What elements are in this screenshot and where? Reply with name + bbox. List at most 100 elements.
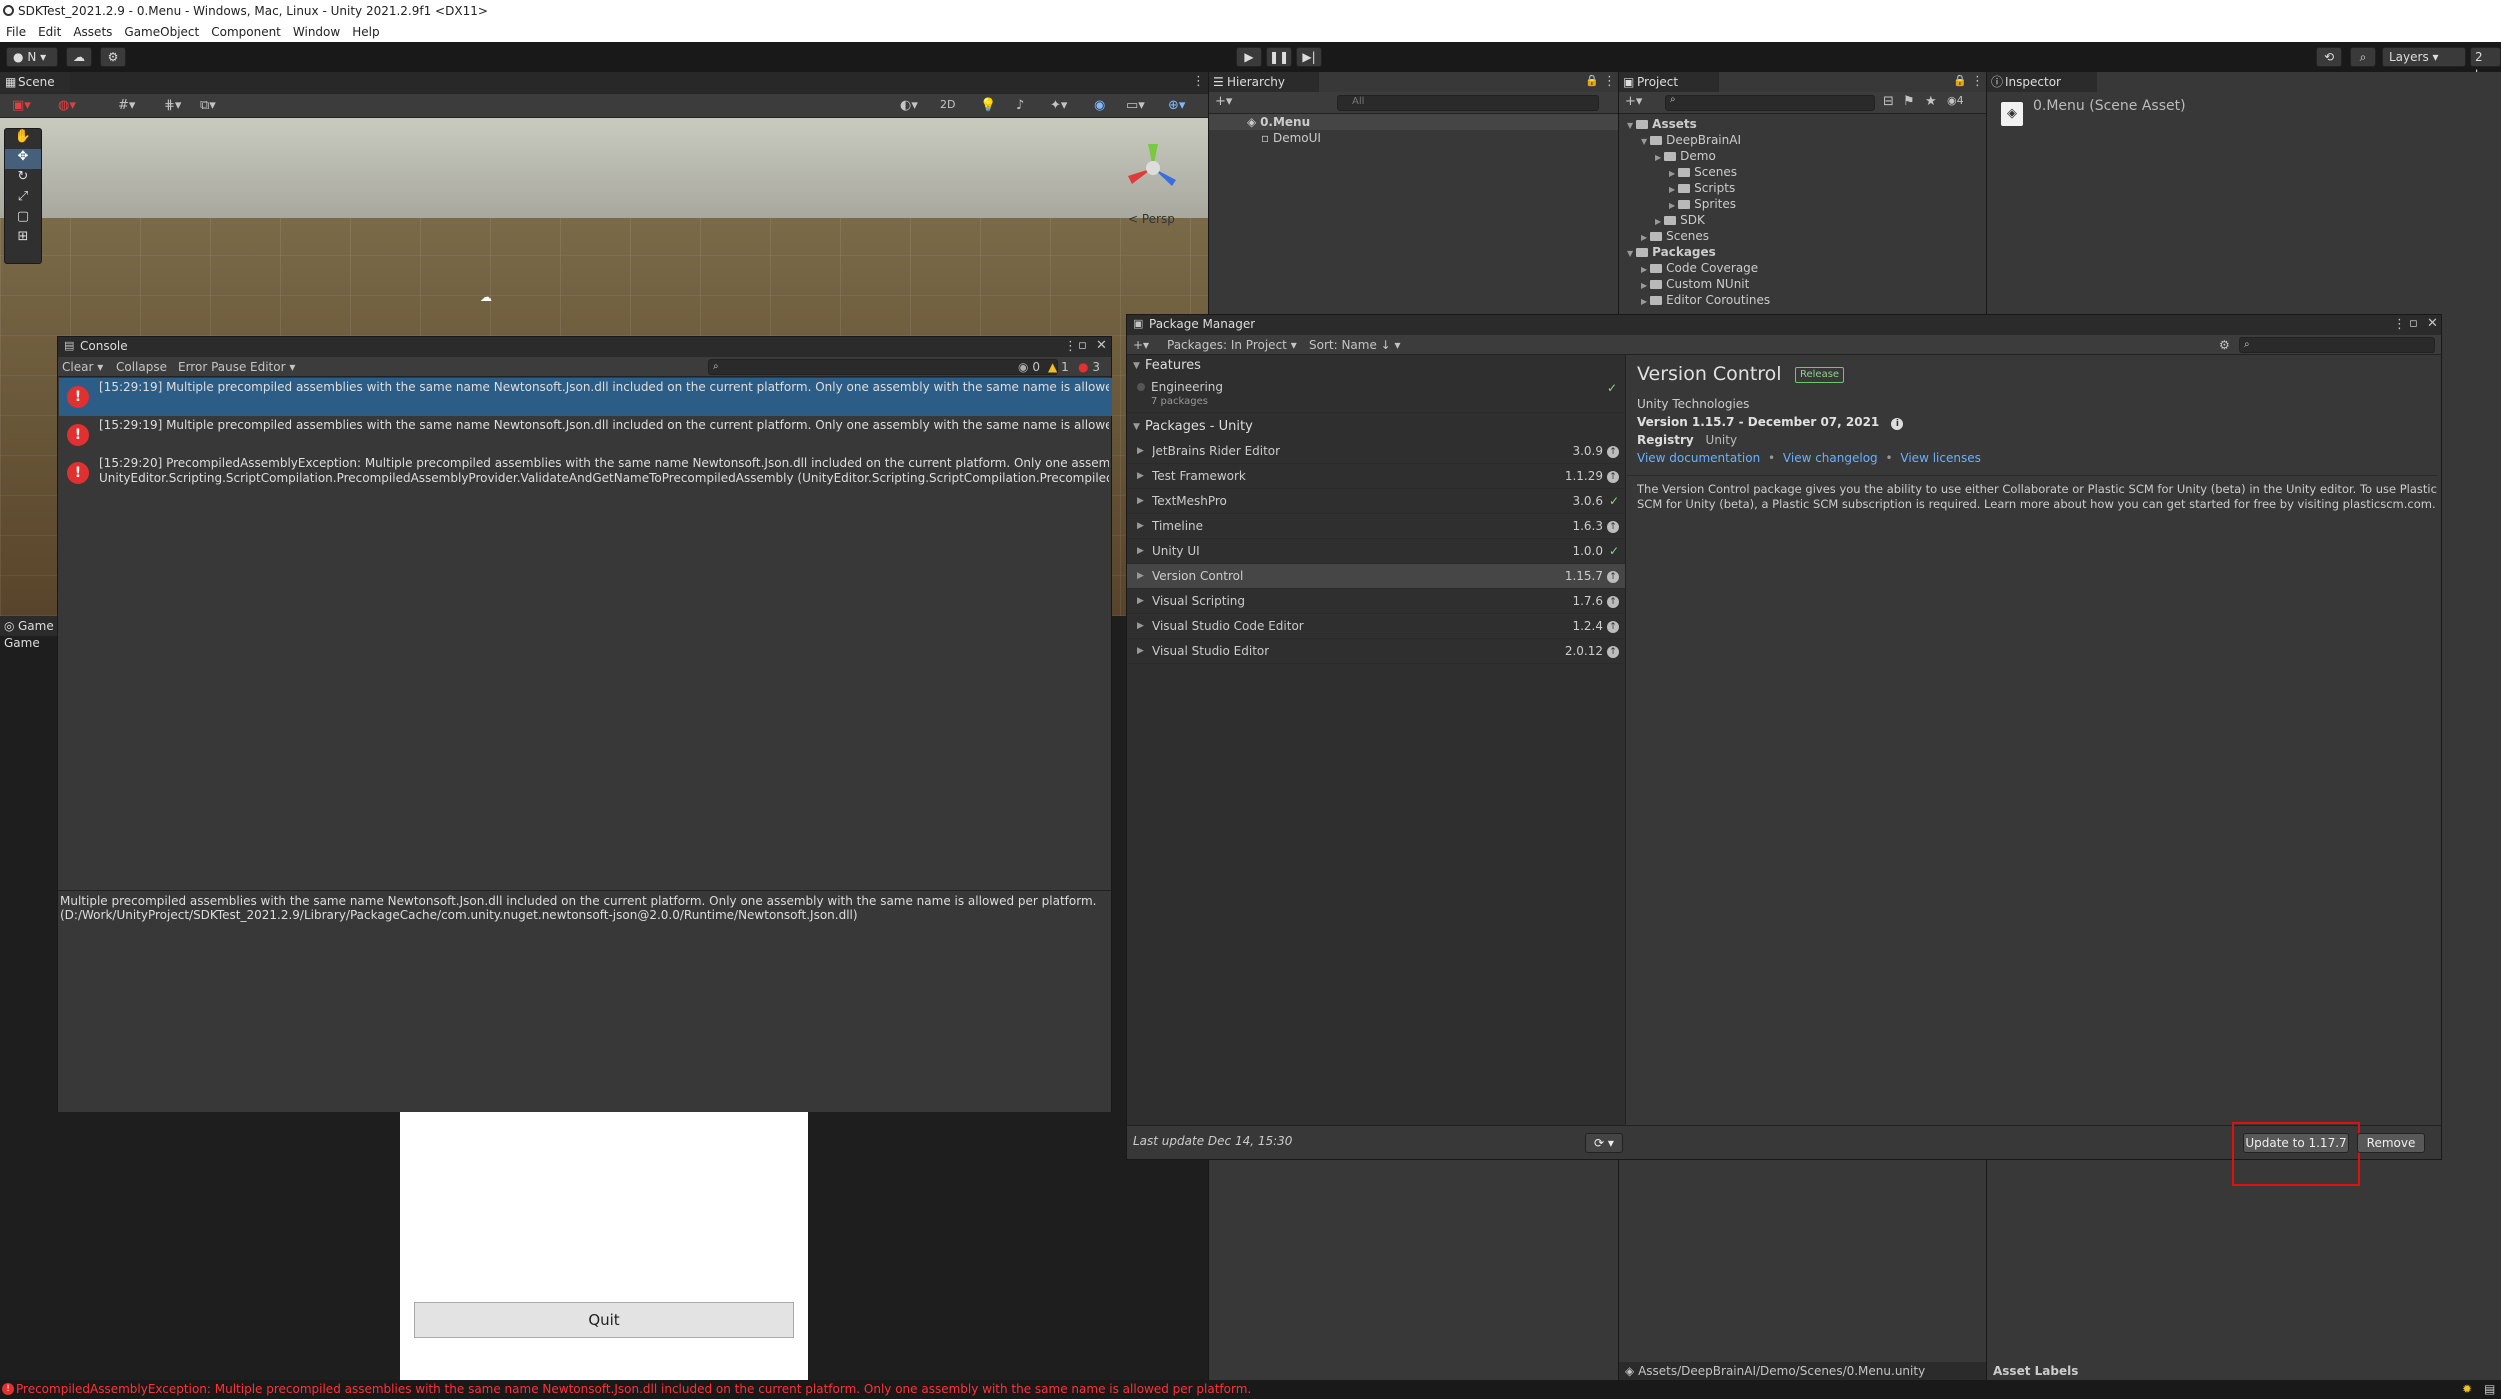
expand-arrow-icon[interactable]: ▶	[1137, 614, 1144, 639]
package-row[interactable]: ▶ Timeline 1.6.3 ↑	[1127, 514, 1625, 539]
create-asset-button[interactable]: +▾	[1625, 94, 1642, 109]
expand-arrow-icon[interactable]: ▶	[1137, 514, 1144, 539]
project-folder-item[interactable]: ▶ Editor Coroutines	[1641, 292, 1770, 310]
transform-tool-icon[interactable]: ⊞	[5, 229, 41, 249]
add-object-button[interactable]: +▾	[1215, 94, 1232, 109]
gizmos-icon[interactable]: ⊕▾	[1168, 98, 1185, 113]
pm-search-input[interactable]: ⌕	[2239, 337, 2435, 353]
lightbulb-icon[interactable]: ✹	[2462, 1380, 2472, 1399]
console-menu-icon[interactable]: ⋮	[1064, 339, 1077, 354]
package-row[interactable]: ▶ Visual Studio Code Editor 1.2.4 ↑	[1127, 614, 1625, 639]
game-display-label[interactable]: Game	[4, 636, 40, 650]
scope-dropdown[interactable]: Packages: In Project ▾	[1167, 335, 1297, 355]
menu-component[interactable]: Component	[205, 22, 287, 42]
pause-button[interactable]: ❚❚	[1266, 47, 1292, 67]
camera-icon[interactable]: ▭▾	[1126, 98, 1145, 113]
add-package-button[interactable]: +▾	[1133, 335, 1149, 355]
info-icon[interactable]: i	[1891, 418, 1904, 430]
pm-close-icon[interactable]: ✕	[2427, 316, 2438, 331]
console-search-input[interactable]: ⌕	[708, 359, 1058, 375]
game-canvas[interactable]	[400, 1112, 808, 1380]
clear-button[interactable]: Clear ▾	[62, 357, 103, 377]
move-tool-icon[interactable]: ✥	[5, 149, 41, 169]
tab-inspector[interactable]: ⓘ Inspector	[1987, 72, 2097, 92]
editor-dropdown[interactable]: Editor ▾	[250, 357, 295, 377]
persp-label[interactable]: < Persp	[1128, 212, 1175, 226]
view-documentation-link[interactable]: View documentation	[1637, 451, 1760, 465]
status-bar[interactable]: ! PrecompiledAssemblyException: Multiple…	[0, 1380, 2501, 1399]
filter-type-icon[interactable]: ⊟	[1883, 94, 1894, 109]
tab-project[interactable]: ▣ Project	[1619, 72, 1719, 92]
package-row[interactable]: ▶ Unity UI 1.0.0 ✓	[1127, 539, 1625, 564]
asset-labels-header[interactable]: Asset Labels	[1993, 1362, 2078, 1380]
tab-hierarchy[interactable]: ☰ Hierarchy	[1209, 72, 1319, 92]
scene-sky[interactable]	[0, 118, 1208, 218]
expand-arrow-icon[interactable]: ▶	[1137, 589, 1144, 614]
pm-maximize-icon[interactable]: ▫	[2409, 316, 2418, 331]
package-row[interactable]: ▶ Visual Scripting 1.7.6 ↑	[1127, 589, 1625, 614]
step-button[interactable]: ▶|	[1296, 47, 1322, 67]
refresh-button[interactable]: ⟳ ▾	[1585, 1133, 1623, 1153]
console-tab-title[interactable]: Console	[80, 339, 128, 353]
play-button[interactable]: ▶	[1236, 47, 1262, 67]
hierarchy-menu-icon[interactable]: ⋮	[1603, 74, 1616, 89]
layout-dropdown[interactable]: 2 by	[2470, 47, 2501, 82]
menu-edit[interactable]: Edit	[32, 22, 67, 42]
scene-gizmo[interactable]	[1118, 136, 1188, 200]
console-log-row[interactable]: ! [15:29:20] PrecompiledAssemblyException…	[59, 454, 1112, 492]
layers-dropdown[interactable]: Layers ▾	[2382, 47, 2466, 67]
feature-engineering[interactable]: Engineering 7 packages ✓	[1127, 377, 1625, 413]
package-row[interactable]: ▶ TextMeshPro 3.0.6 ✓	[1127, 489, 1625, 514]
effects-icon[interactable]: ✦▾	[1050, 98, 1067, 113]
grid-button[interactable]: ⋕▾	[164, 98, 181, 113]
features-header[interactable]: ▼ Features	[1127, 355, 1625, 377]
collab-button[interactable]: ⚙	[100, 47, 126, 67]
close-icon[interactable]: ✕	[1096, 338, 1107, 353]
error-pause-button[interactable]: Error Pause	[178, 357, 246, 377]
expand-arrow-icon[interactable]: ▶	[1137, 564, 1144, 589]
package-manager-title[interactable]: Package Manager	[1149, 317, 1255, 331]
collapse-button[interactable]: Collapse	[116, 357, 167, 377]
grid-snap-button[interactable]: #▾	[118, 98, 135, 113]
hierarchy-lock-icon[interactable]: 🔒	[1585, 74, 1599, 87]
notification-icon[interactable]: ▤	[2484, 1380, 2495, 1399]
shading-button[interactable]: ◐▾	[900, 98, 918, 113]
package-row[interactable]: ▶ Version Control 1.15.7 ↑	[1127, 564, 1625, 589]
view-changelog-link[interactable]: View changelog	[1783, 451, 1878, 465]
rect-tool-icon[interactable]: ▢	[5, 209, 41, 229]
console-log-row[interactable]: ! [15:29:19] Multiple precompiled assembl…	[59, 378, 1112, 416]
search-button[interactable]: ⌕	[2350, 47, 2376, 67]
hidden-objects-icon[interactable]: ◉	[1094, 98, 1105, 113]
menu-gameobject[interactable]: GameObject	[118, 22, 205, 42]
expand-arrow-icon[interactable]: ▶	[1137, 464, 1144, 489]
audio-icon[interactable]: ♪	[1016, 98, 1024, 113]
scene-object-icon[interactable]: ☁	[480, 290, 492, 304]
cloud-button[interactable]: ☁	[66, 47, 92, 67]
snap-button[interactable]: ⧉▾	[200, 98, 216, 113]
pm-settings-icon[interactable]: ⚙	[2219, 335, 2230, 355]
package-row[interactable]: ▶ Visual Studio Editor 2.0.12 ↑	[1127, 639, 1625, 664]
package-row[interactable]: ▶ Test Framework 1.1.29 ↑	[1127, 464, 1625, 489]
package-row[interactable]: ▶ JetBrains Rider Editor 3.0.9 ↑	[1127, 439, 1625, 464]
expand-arrow-icon[interactable]: ▶	[1137, 489, 1144, 514]
menu-window[interactable]: Window	[287, 22, 346, 42]
project-menu-icon[interactable]: ⋮	[1971, 74, 1984, 89]
pm-menu-icon[interactable]: ⋮	[2393, 317, 2406, 332]
expand-arrow-icon[interactable]: ▶	[1137, 639, 1144, 664]
remove-button[interactable]: Remove	[2357, 1133, 2425, 1153]
hand-tool-icon[interactable]: ✋	[5, 129, 41, 149]
filter-label-icon[interactable]: ⚑	[1903, 94, 1915, 109]
expand-arrow-icon[interactable]: ▶	[1137, 539, 1144, 564]
console-log-row[interactable]: ! [15:29:19] Multiple precompiled assembl…	[59, 416, 1112, 454]
hierarchy-item-demoui[interactable]: ▫ DemoUI	[1209, 130, 1619, 146]
scene-menu-icon[interactable]: ⋮	[1192, 74, 1205, 89]
history-button[interactable]: ⟲	[2316, 47, 2342, 67]
menu-help[interactable]: Help	[346, 22, 385, 42]
info-count-badge[interactable]: ◉ 0	[1018, 357, 1040, 377]
menu-assets[interactable]: Assets	[67, 22, 118, 42]
favorite-icon[interactable]: ★	[1925, 94, 1937, 109]
view-licenses-link[interactable]: View licenses	[1900, 451, 1980, 465]
mode-2d-button[interactable]: 2D	[940, 98, 955, 111]
warn-count-badge[interactable]: ▲ 1	[1048, 357, 1069, 377]
lighting-icon[interactable]: 💡	[980, 98, 996, 113]
